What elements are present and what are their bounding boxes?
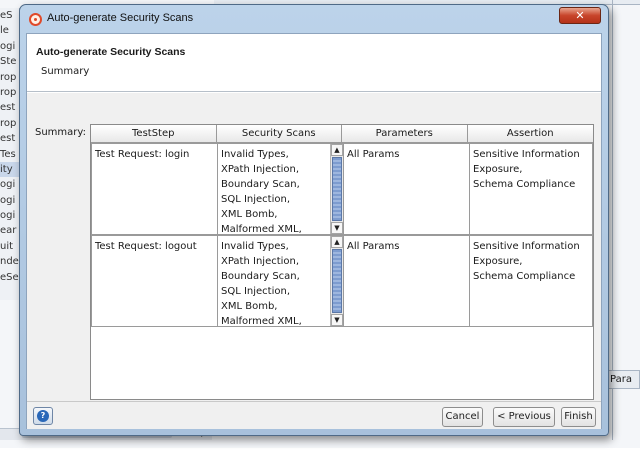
dialog-body: Auto-generate Security Scans Summary Sum…	[26, 33, 602, 429]
summary-table: TestStep Security Scans Parameters Asser…	[90, 124, 594, 400]
background-tree-item[interactable]: ogi	[0, 193, 19, 208]
background-tree-item[interactable]: rop	[0, 70, 19, 85]
column-header-parameters[interactable]: Parameters	[342, 125, 468, 143]
table-row[interactable]: Test Request: login Invalid Types, XPath…	[91, 143, 593, 235]
finish-button[interactable]: Finish	[561, 407, 596, 427]
scroll-up-icon[interactable]: ▲	[331, 236, 343, 248]
scroll-down-icon[interactable]: ▼	[331, 222, 343, 234]
close-icon: ✕	[575, 9, 585, 22]
table-row[interactable]: Test Request: logout Invalid Types, XPat…	[91, 235, 593, 327]
wizard-content: Summary: TestStep Security Scans Paramet…	[27, 93, 601, 401]
background-tree-item[interactable]: Tes	[0, 147, 19, 162]
scans-scrollbar[interactable]: ▲ ▼	[330, 144, 343, 234]
cell-teststep: Test Request: logout	[91, 235, 218, 327]
background-tree-item[interactable]: eSe	[0, 270, 19, 285]
background-tree-item[interactable]: est	[0, 100, 19, 115]
background-tree-item[interactable]: rop	[0, 85, 19, 100]
cell-parameters: All Params	[343, 143, 470, 235]
background-tree-item[interactable]: le	[0, 23, 19, 38]
help-button[interactable]: ?	[33, 407, 53, 425]
previous-button[interactable]: < Previous	[493, 407, 555, 427]
wizard-subtitle: Summary	[41, 66, 90, 77]
cell-security-scans: Invalid Types, XPath Injection, Boundary…	[217, 143, 344, 235]
background-tree-item[interactable]: ogi	[0, 39, 19, 54]
column-header-security-scans[interactable]: Security Scans	[216, 125, 342, 143]
cell-security-scans: Invalid Types, XPath Injection, Boundary…	[217, 235, 344, 327]
security-scans-list: Invalid Types, XPath Injection, Boundary…	[221, 149, 302, 235]
background-tree-item[interactable]: ity	[0, 161, 19, 178]
column-header-teststep[interactable]: TestStep	[91, 125, 217, 143]
scans-scroll-thumb[interactable]	[332, 157, 342, 221]
background-tab-params[interactable]: Para	[606, 370, 640, 389]
table-header: TestStep Security Scans Parameters Asser…	[91, 125, 593, 143]
background-tree-item[interactable]: nde	[0, 254, 19, 269]
scans-scrollbar[interactable]: ▲ ▼	[330, 236, 343, 326]
background-tree-item[interactable]: ogi	[0, 177, 19, 192]
background-tree-item[interactable]: eS	[0, 8, 19, 23]
background-tree-item[interactable]: est	[0, 131, 19, 146]
close-button[interactable]: ✕	[559, 7, 601, 24]
column-header-assertion[interactable]: Assertion	[467, 125, 593, 143]
scans-scroll-thumb[interactable]	[332, 249, 342, 313]
cell-teststep: Test Request: login	[91, 143, 218, 235]
help-icon: ?	[37, 410, 49, 422]
background-tree-panel: eS le ogi Ste rop rop est rop est Tes ity ogi ogi ogi…	[0, 8, 20, 300]
summary-label: Summary:	[35, 127, 86, 138]
wizard-footer: ? Cancel < Previous Finish	[27, 401, 601, 429]
app-icon	[29, 13, 42, 26]
cell-assertion: Sensitive Information Exposure, Schema C…	[469, 143, 593, 235]
auto-generate-dialog: Auto-generate Security Scans ✕ Auto-gene…	[19, 4, 609, 436]
background-tree-item[interactable]: uit	[0, 239, 19, 254]
wizard-header: Auto-generate Security Scans Summary	[27, 34, 601, 92]
background-tree-item[interactable]: ear	[0, 223, 19, 238]
dialog-titlebar[interactable]: Auto-generate Security Scans ✕	[20, 5, 608, 33]
background-tree-item[interactable]: ogi	[0, 208, 19, 223]
background-tree-item[interactable]: rop	[0, 116, 19, 131]
wizard-title: Auto-generate Security Scans	[36, 46, 186, 58]
cancel-button[interactable]: Cancel	[442, 407, 483, 427]
dialog-title: Auto-generate Security Scans	[47, 12, 194, 24]
background-tree-item[interactable]: Ste	[0, 54, 19, 69]
scroll-down-icon[interactable]: ▼	[331, 314, 343, 326]
cell-parameters: All Params	[343, 235, 470, 327]
cell-assertion: Sensitive Information Exposure, Schema C…	[469, 235, 593, 327]
security-scans-list: Invalid Types, XPath Injection, Boundary…	[221, 241, 302, 327]
scroll-up-icon[interactable]: ▲	[331, 144, 343, 156]
